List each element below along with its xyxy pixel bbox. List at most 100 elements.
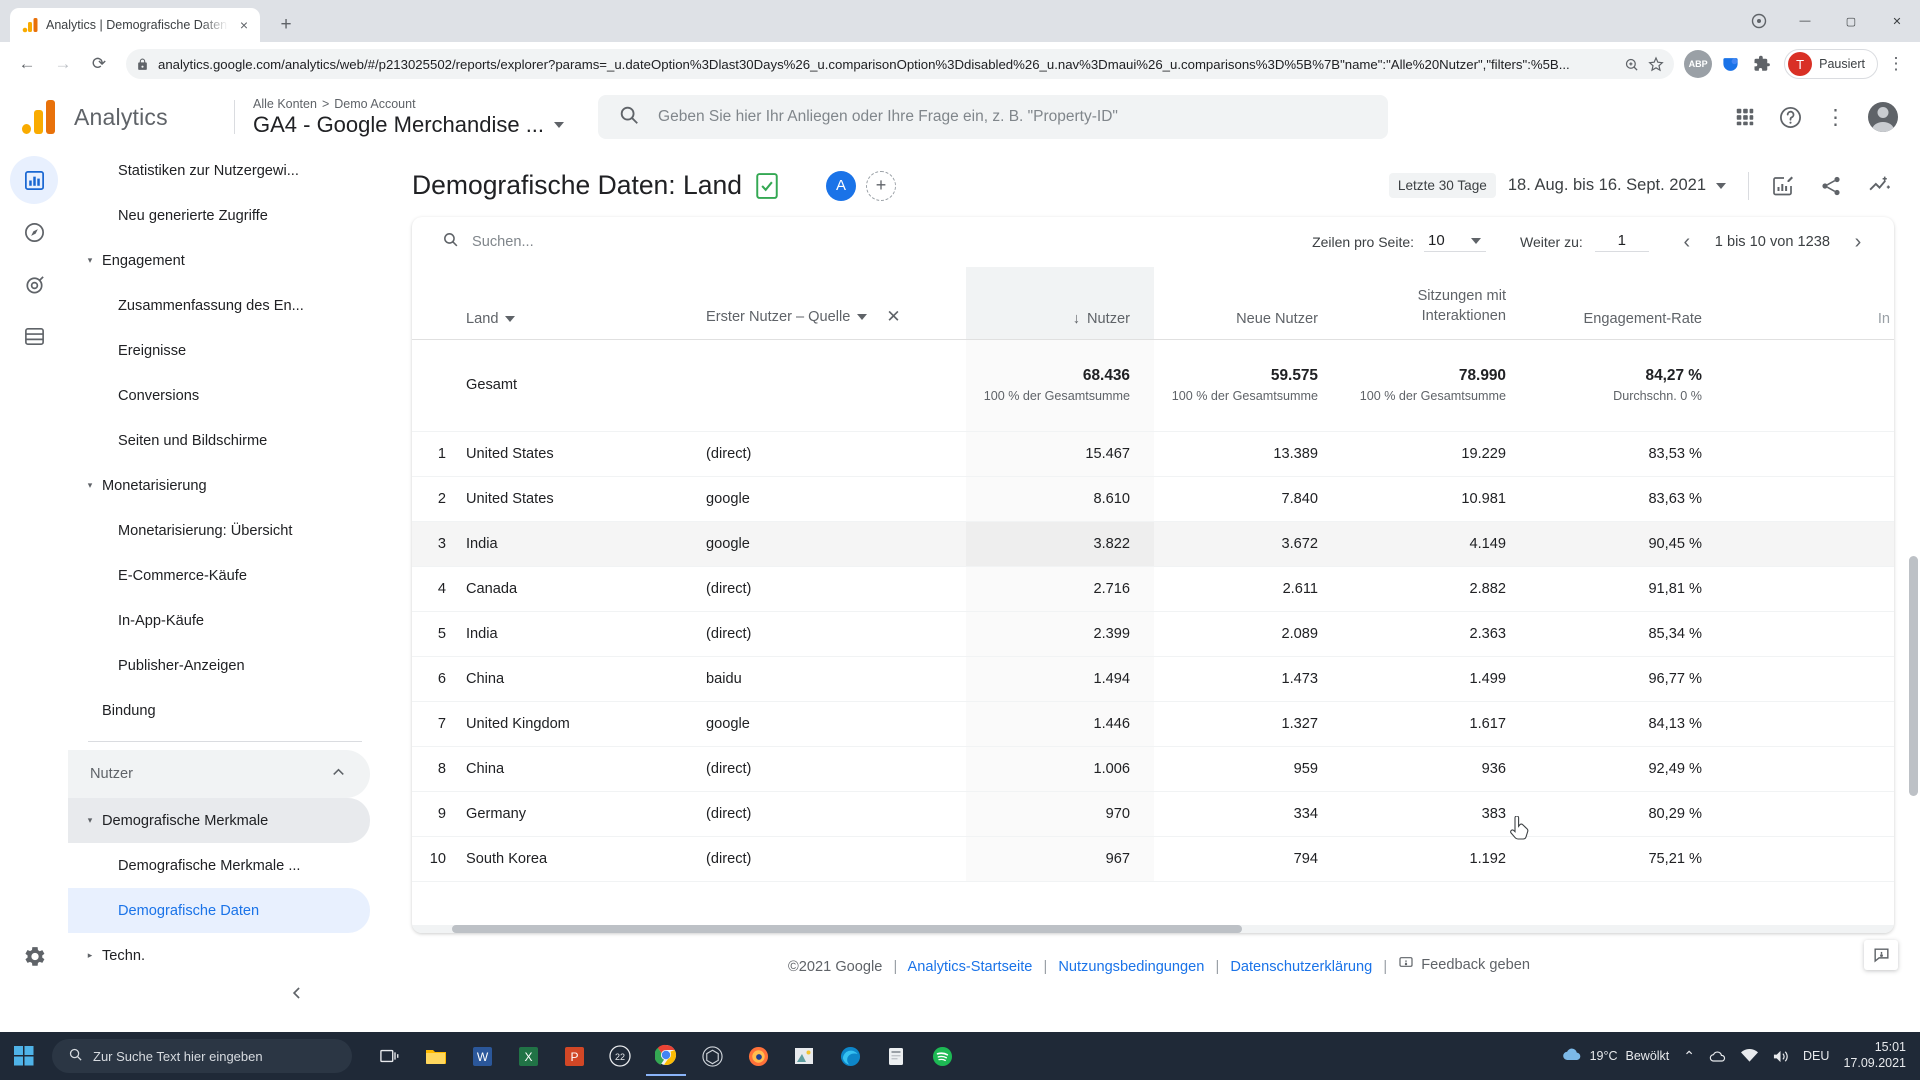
cell-land[interactable]: United Kingdom (458, 701, 698, 747)
sidebar-item-monetarisierung[interactable]: ▾ Monetarisierung (68, 463, 370, 508)
task-view-icon[interactable] (370, 1036, 410, 1076)
window-close-button[interactable]: ✕ (1874, 0, 1920, 42)
zoom-search-icon[interactable] (1624, 57, 1639, 72)
explore-compass-icon[interactable] (10, 208, 58, 256)
cell-quelle[interactable]: google (698, 701, 966, 747)
edge-icon[interactable] (830, 1036, 870, 1076)
th-quelle[interactable]: Erster Nutzer – Quelle ✕ (698, 267, 966, 340)
twisty-icon[interactable]: ▾ (78, 815, 102, 826)
pocket-extension-icon[interactable] (1716, 50, 1744, 78)
collapse-sidebar-button[interactable] (280, 976, 314, 1010)
th-sitzungen[interactable]: Sitzungen mit Interaktionen (1342, 267, 1530, 340)
table-row[interactable]: 9 Germany (direct) 970 334 383 80,29 % (412, 791, 1894, 837)
footer-link-terms[interactable]: Nutzungsbedingungen (1058, 959, 1204, 975)
chrome-icon[interactable] (646, 1036, 686, 1076)
unity-icon[interactable] (692, 1036, 732, 1076)
cell-quelle[interactable]: google (698, 521, 966, 567)
file-explorer-icon[interactable] (416, 1036, 456, 1076)
rows-per-page-select[interactable]: 10 (1424, 232, 1487, 252)
date-range-picker[interactable]: 18. Aug. bis 16. Sept. 2021 (1508, 176, 1726, 195)
cell-land[interactable]: Canada (458, 566, 698, 612)
sidebar-item-neu-generierte-zugriffe[interactable]: Neu generierte Zugriffe (68, 193, 370, 238)
new-tab-button[interactable]: + (272, 11, 300, 39)
table-row[interactable]: 7 United Kingdom google 1.446 1.327 1.61… (412, 701, 1894, 747)
table-row[interactable]: 2 United States google 8.610 7.840 10.98… (412, 476, 1894, 522)
table-row[interactable]: 1 United States (direct) 15.467 13.389 1… (412, 431, 1894, 477)
sidebar-item-demografische-merkmale[interactable]: ▾ Demografische Merkmale (68, 798, 370, 843)
previous-page-button[interactable]: ‹ (1677, 231, 1697, 254)
chevron-down-icon[interactable] (505, 315, 516, 322)
th-engagement-rate[interactable]: Engagement-Rate (1530, 267, 1726, 340)
sidebar-item-ereignisse[interactable]: Ereignisse (68, 328, 370, 373)
sidebar-item-conversions[interactable]: Conversions (68, 373, 370, 418)
onedrive-cloud-icon[interactable] (1709, 1050, 1727, 1063)
powerpoint-icon[interactable]: P (554, 1036, 594, 1076)
cell-quelle[interactable]: (direct) (698, 791, 966, 837)
spotify-icon[interactable] (922, 1036, 962, 1076)
tray-chevron-up-icon[interactable]: ⌃ (1683, 1048, 1695, 1065)
twisty-icon[interactable]: ▸ (78, 950, 102, 961)
cell-quelle[interactable]: google (698, 476, 966, 522)
sidebar-item-bindung[interactable]: Bindung (68, 688, 370, 733)
cell-quelle[interactable]: (direct) (698, 431, 966, 477)
cell-land[interactable]: India (458, 611, 698, 657)
breadcrumb-all-accounts[interactable]: Alle Konten (253, 97, 317, 111)
sidebar-item-demografische-merkmale[interactable]: Demografische Merkmale ... (68, 843, 370, 888)
table-search[interactable] (442, 231, 1312, 253)
footer-link-privacy[interactable]: Datenschutzerklärung (1230, 959, 1372, 975)
close-icon[interactable]: × (236, 17, 252, 33)
table-scroll-region[interactable]: Land Erster Nutzer – Quelle ✕ ↓ Nutzer N… (412, 267, 1894, 925)
taskbar-clock[interactable]: 15:01 17.09.2021 (1843, 1040, 1906, 1071)
th-land[interactable]: Land (458, 267, 698, 340)
minimize-button[interactable]: — (1782, 0, 1828, 42)
table-row[interactable]: 4 Canada (direct) 2.716 2.611 2.882 91,8… (412, 566, 1894, 612)
gear-icon[interactable] (10, 932, 58, 980)
cell-quelle[interactable]: (direct) (698, 566, 966, 612)
scrollbar-thumb[interactable] (452, 925, 1242, 933)
acrobat-icon[interactable]: 22 (600, 1036, 640, 1076)
search-input[interactable] (658, 108, 1369, 126)
cell-land[interactable]: United States (458, 476, 698, 522)
cell-quelle[interactable]: (direct) (698, 746, 966, 792)
page-vertical-scrollbar[interactable] (1909, 158, 1918, 1042)
chevron-down-icon[interactable] (1716, 182, 1726, 189)
weather-widget[interactable]: 19°C Bewölkt (1562, 1047, 1669, 1065)
avatar[interactable] (1868, 102, 1898, 132)
store-icon[interactable] (876, 1036, 916, 1076)
sidebar-item-e-commerce-k-ufe[interactable]: E-Commerce-Käufe (68, 553, 370, 598)
volume-icon[interactable] (1772, 1049, 1789, 1064)
sidebar-item-seiten-und-bildschirme[interactable]: Seiten und Bildschirme (68, 418, 370, 463)
sidebar-item-demografische-daten[interactable]: Demografische Daten (68, 888, 370, 933)
reload-button[interactable]: ⟳ (82, 47, 116, 81)
sidebar-item-zusammenfassung-des-en[interactable]: Zusammenfassung des En... (68, 283, 370, 328)
tray-language[interactable]: DEU (1803, 1049, 1829, 1063)
table-row[interactable]: 6 China baidu 1.494 1.473 1.499 96,77 % (412, 656, 1894, 702)
insights-edit-icon[interactable] (1771, 174, 1795, 198)
excel-icon[interactable]: X (508, 1036, 548, 1076)
th-clipped-column[interactable]: In (1726, 267, 1894, 340)
table-row[interactable]: 8 China (direct) 1.006 959 936 92,49 % (412, 746, 1894, 792)
profile-button[interactable]: T Pausiert (1784, 49, 1878, 79)
th-nutzer[interactable]: ↓ Nutzer (966, 267, 1154, 340)
chevron-down-icon[interactable] (1470, 237, 1481, 244)
add-comparison-button[interactable]: + (865, 170, 896, 201)
feedback-fab-button[interactable] (1864, 940, 1898, 970)
taskbar-search[interactable]: Zur Suche Text hier eingeben (52, 1039, 352, 1073)
advertising-target-icon[interactable] (10, 260, 58, 308)
nav-section-nutzer[interactable]: Nutzer (68, 750, 370, 798)
table-row[interactable]: 3 India google 3.822 3.672 4.149 90,45 % (412, 521, 1894, 567)
puzzle-extensions-icon[interactable] (1748, 50, 1776, 78)
th-neue-nutzer[interactable]: Neue Nutzer (1154, 267, 1342, 340)
help-circle-icon[interactable] (1778, 105, 1803, 130)
word-icon[interactable]: W (462, 1036, 502, 1076)
cell-quelle[interactable]: (direct) (698, 836, 966, 882)
network-icon[interactable] (1741, 1049, 1759, 1063)
cell-quelle[interactable]: baidu (698, 656, 966, 702)
sidebar-item-engagement[interactable]: ▾ Engagement (68, 238, 370, 283)
global-search[interactable] (598, 95, 1389, 139)
chevron-down-icon[interactable] (857, 313, 868, 320)
footer-link-home[interactable]: Analytics-Startseite (908, 959, 1033, 975)
kebab-menu-icon[interactable]: ⋮ (1825, 105, 1846, 130)
breadcrumb-demo-account[interactable]: Demo Account (334, 97, 415, 111)
photos-icon[interactable] (784, 1036, 824, 1076)
